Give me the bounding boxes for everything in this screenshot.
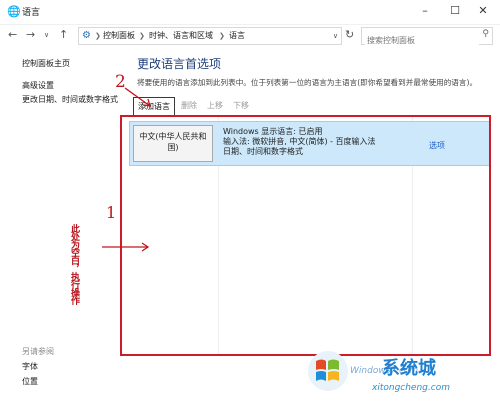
sidebar-fonts-link[interactable]: 字体 xyxy=(22,361,38,372)
address-field[interactable]: ⚙ ❯ 控制面板 ❯ 时钟、语言和区域 ❯ 语言 ∨ xyxy=(78,27,342,45)
search-box[interactable]: ⚲ xyxy=(361,27,493,49)
watermark-site: xitongcheng.com xyxy=(372,383,450,393)
search-icon[interactable]: ⚲ xyxy=(482,29,489,39)
page-description: 将要使用的语言添加到此列表中。位于列表第一位的语言为主语言(即你希望看到并最常使… xyxy=(137,78,478,87)
annotation-arrow-1 xyxy=(102,242,150,252)
move-down-button[interactable]: 下移 xyxy=(233,97,249,114)
breadcrumb-separator-icon[interactable]: ❯ xyxy=(219,28,225,44)
maximize-button[interactable]: ☐ xyxy=(440,0,470,22)
remove-button[interactable]: 删除 xyxy=(181,97,197,114)
annotation-arrow-2 xyxy=(124,87,151,107)
address-bar-row: ← → ∨ ↑ ⚙ ❯ 控制面板 ❯ 时钟、语言和区域 ❯ 语言 ∨ ↻ ⚲ xyxy=(0,24,500,49)
up-arrow-icon[interactable]: ↑ xyxy=(59,28,68,41)
title-bar: 🌐 语言 – ☐ ✕ xyxy=(0,0,500,25)
window-title: 语言 xyxy=(22,8,41,18)
language-app-icon: 🌐 xyxy=(7,5,21,18)
search-input[interactable] xyxy=(365,32,479,49)
address-dropdown-icon[interactable]: ∨ xyxy=(333,28,338,44)
annotation-note: 此处为空白，执行操作 xyxy=(69,224,79,304)
annotation-highlight-box xyxy=(120,115,491,356)
sidebar-location-link[interactable]: 位置 xyxy=(22,376,38,387)
back-arrow-icon[interactable]: ← xyxy=(8,28,17,41)
annotation-number-1: 1 xyxy=(106,203,117,222)
page-title: 更改语言首选项 xyxy=(137,57,222,71)
breadcrumb-separator-icon[interactable]: ❯ xyxy=(95,28,101,44)
recent-chevron-icon[interactable]: ∨ xyxy=(44,31,49,39)
minimize-button[interactable]: – xyxy=(410,0,440,22)
breadcrumb-language[interactable]: 语言 xyxy=(229,28,245,44)
breadcrumb-clock-language-region[interactable]: 时钟、语言和区域 xyxy=(149,28,213,44)
move-up-button[interactable]: 上移 xyxy=(207,97,223,114)
sidebar-change-date-time-format[interactable]: 更改日期、时间或数字格式 xyxy=(22,94,118,105)
sidebar-advanced-settings[interactable]: 高级设置 xyxy=(22,80,54,91)
windows-logo-watermark xyxy=(308,351,348,391)
watermark-title: 系统城 xyxy=(382,358,436,379)
close-button[interactable]: ✕ xyxy=(468,0,498,22)
forward-arrow-icon[interactable]: → xyxy=(26,28,35,41)
control-panel-icon: ⚙ xyxy=(82,30,91,41)
breadcrumb-control-panel[interactable]: 控制面板 xyxy=(103,28,135,44)
sidebar-control-panel-home[interactable]: 控制面板主页 xyxy=(22,58,70,69)
refresh-icon[interactable]: ↻ xyxy=(345,28,354,41)
breadcrumb-separator-icon[interactable]: ❯ xyxy=(139,28,145,44)
sidebar-see-also-heading: 另请参阅 xyxy=(22,347,54,356)
